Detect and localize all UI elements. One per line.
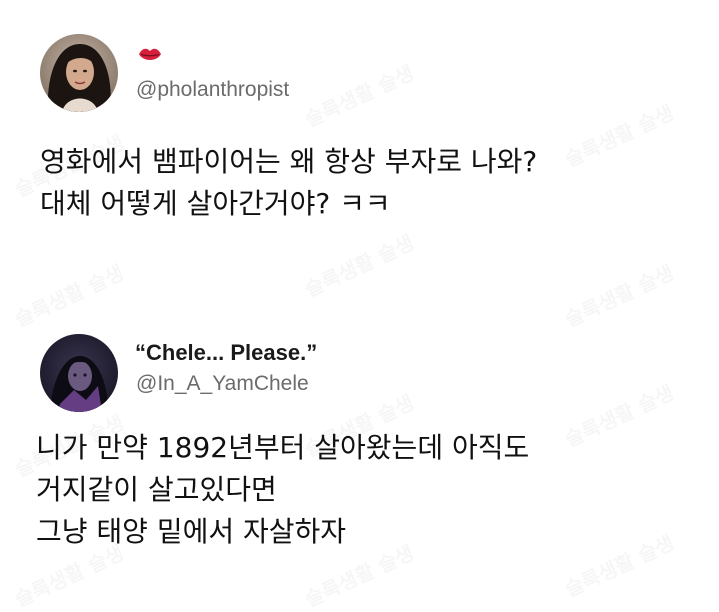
avatar[interactable] — [40, 34, 118, 112]
avatar-image — [40, 334, 118, 412]
user-handle[interactable]: @In_A_YamChele — [136, 372, 309, 396]
tweet-line: 대체 어떻게 살아간거야? ㅋㅋ — [40, 187, 391, 220]
avatar[interactable] — [40, 334, 118, 412]
user-handle[interactable]: @pholanthropist — [136, 78, 289, 102]
avatar-image — [40, 34, 118, 112]
tweet-line: 영화에서 뱀파이어는 왜 항상 부자로 나와? — [40, 145, 538, 178]
tweet-text: 니가 만약 1892년부터 살아왔는데 아직도 거지같이 살고있다면 그냥 태양… — [36, 427, 529, 553]
display-name[interactable]: “Chele... Please.” — [135, 340, 317, 366]
tweet-text: 영화에서 뱀파이어는 왜 항상 부자로 나와? 대체 어떻게 살아간거야? ㅋㅋ — [40, 141, 537, 225]
tweet-line: 니가 만약 1892년부터 살아왔는데 아직도 — [36, 431, 530, 464]
tweet-line: 거지같이 살고있다면 — [36, 473, 277, 506]
tweet-line: 그냥 태양 밑에서 자살하자 — [36, 515, 347, 548]
lips-icon — [139, 48, 161, 60]
